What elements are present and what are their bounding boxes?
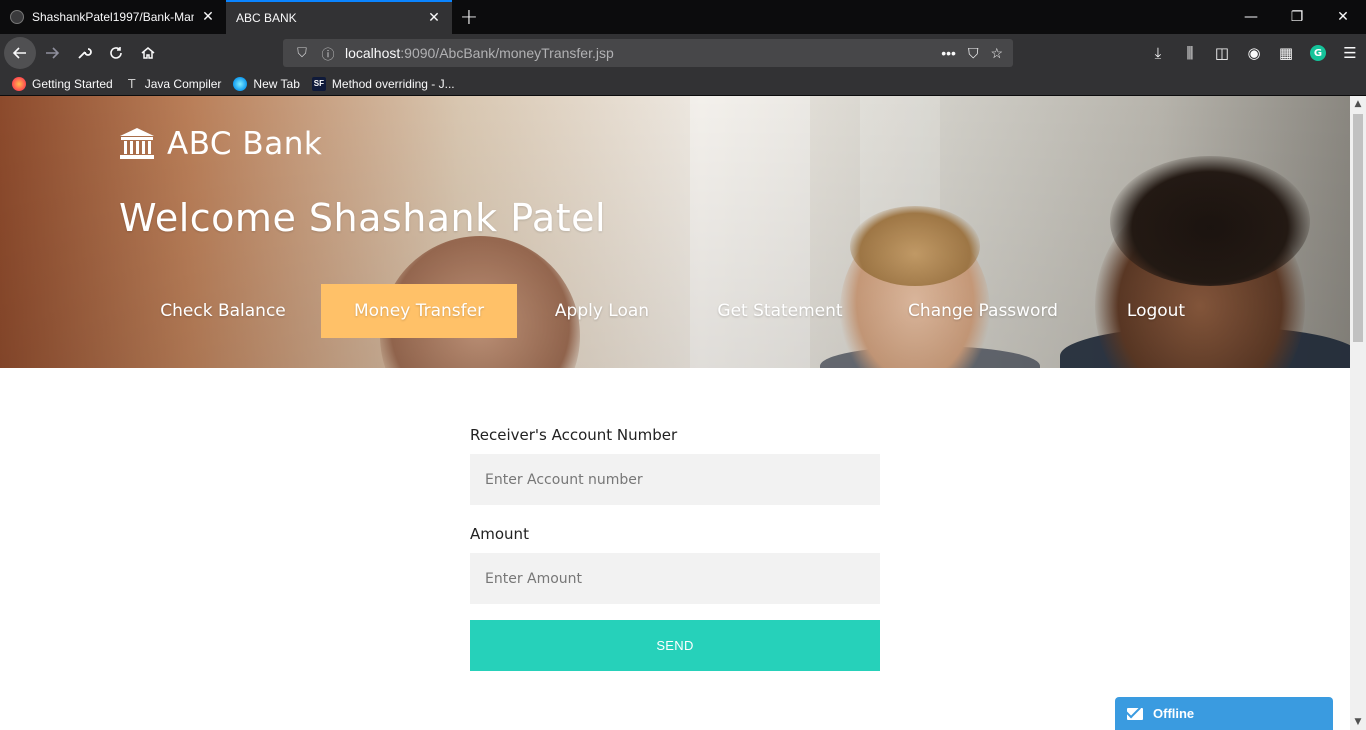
text-cursor-icon: T <box>127 76 136 91</box>
pocket-icon[interactable]: ⛉ <box>968 45 979 62</box>
bookmark-label: Method overriding - J... <box>331 76 455 91</box>
send-button[interactable]: SEND <box>470 620 880 671</box>
scroll-down-icon[interactable]: ▼ <box>1350 714 1366 730</box>
bookmark-java-compiler[interactable]: T Java Compiler <box>125 76 222 91</box>
forward-button[interactable] <box>36 37 68 69</box>
tab-github[interactable]: ShashankPatel1997/Bank-Mana ✕ <box>0 0 226 34</box>
wrench-icon[interactable] <box>68 37 100 69</box>
chat-status: Offline <box>1153 706 1195 721</box>
menu-logout[interactable]: Logout <box>1108 284 1204 338</box>
brand-logo[interactable]: ABC Bank <box>119 126 322 162</box>
money-transfer-form: Receiver's Account Number Amount SEND <box>470 426 880 671</box>
library-icon[interactable]: ⫼ <box>1174 37 1206 69</box>
github-icon <box>10 10 24 24</box>
close-tab-icon[interactable]: ✕ <box>426 10 442 26</box>
sf-icon: SF <box>311 76 326 91</box>
menu-check-balance[interactable]: Check Balance <box>145 284 301 338</box>
menu-money-transfer[interactable]: Money Transfer <box>321 284 517 338</box>
menu-icon[interactable]: ☰ <box>1334 37 1366 69</box>
arrow-right-icon <box>46 47 60 59</box>
new-tab-button[interactable]: + <box>452 0 486 34</box>
url-path: :9090/AbcBank/moneyTransfer.jsp <box>400 45 614 61</box>
sidebar-icon[interactable]: ◫ <box>1206 37 1238 69</box>
main-menu: Check Balance Money Transfer Apply Loan … <box>0 284 1350 338</box>
reload-icon <box>110 47 122 59</box>
window-controls: — ❐ ✕ <box>1228 0 1366 34</box>
grammarly-icon[interactable]: G <box>1302 37 1334 69</box>
close-window-button[interactable]: ✕ <box>1320 0 1366 34</box>
url-bar[interactable]: ⛉ ⓘ localhost:9090/AbcBank/moneyTransfer… <box>283 39 1013 67</box>
firefox-icon <box>12 76 26 91</box>
bookmark-label: New Tab <box>253 76 300 91</box>
extension-icon[interactable]: ▦ <box>1270 37 1302 69</box>
browser-tab-bar: ShashankPatel1997/Bank-Mana ✕ ABC BANK ✕… <box>0 0 1366 34</box>
welcome-heading: Welcome Shashank Patel <box>119 196 607 240</box>
toolbar-right: ⤓ ⫼ ◫ ◉ ▦ G ☰ <box>1142 34 1366 72</box>
menu-apply-loan[interactable]: Apply Loan <box>537 284 667 338</box>
bookmark-label: Java Compiler <box>144 76 222 91</box>
account-number-label: Receiver's Account Number <box>470 426 678 444</box>
info-icon[interactable]: ⓘ <box>319 44 337 63</box>
download-icon[interactable]: ⤓ <box>1142 37 1174 69</box>
menu-get-statement[interactable]: Get Statement <box>702 284 858 338</box>
maximize-button[interactable]: ❐ <box>1274 0 1320 34</box>
shield-icon[interactable]: ⛉ <box>293 45 311 61</box>
page-actions-icon[interactable]: ••• <box>941 45 956 61</box>
home-icon <box>141 47 155 59</box>
brand-name: ABC Bank <box>167 126 323 162</box>
minimize-button[interactable]: — <box>1228 0 1274 34</box>
firefox-icon <box>233 76 248 91</box>
envelope-icon <box>1127 707 1143 720</box>
scroll-up-icon[interactable]: ▲ <box>1350 96 1366 112</box>
bookmark-getting-started[interactable]: Getting Started <box>12 76 113 91</box>
hero-banner: ABC Bank Welcome Shashank Patel Check Ba… <box>0 96 1350 368</box>
bookmark-label: Getting Started <box>32 76 113 91</box>
tab-abc-bank[interactable]: ABC BANK ✕ <box>226 0 452 34</box>
chat-widget[interactable]: Offline <box>1115 697 1333 730</box>
page-scrollbar[interactable]: ▲ ▼ <box>1350 96 1366 730</box>
star-icon[interactable]: ☆ <box>990 45 1003 62</box>
tab-title: ABC BANK <box>236 11 297 25</box>
scrollbar-thumb[interactable] <box>1353 114 1363 342</box>
browser-nav-bar: ⛉ ⓘ localhost:9090/AbcBank/moneyTransfer… <box>0 34 1366 72</box>
bookmark-method-overriding[interactable]: SF Method overriding - J... <box>311 76 455 91</box>
reload-button[interactable] <box>100 37 132 69</box>
close-tab-icon[interactable]: ✕ <box>200 9 216 25</box>
back-button[interactable] <box>4 37 36 69</box>
menu-change-password[interactable]: Change Password <box>893 284 1073 338</box>
home-button[interactable] <box>132 37 164 69</box>
bookmarks-bar: Getting Started T Java Compiler New Tab … <box>0 72 1366 96</box>
amount-label: Amount <box>470 525 529 543</box>
tab-title: ShashankPatel1997/Bank-Mana <box>32 10 194 24</box>
page-viewport: ABC Bank Welcome Shashank Patel Check Ba… <box>0 96 1350 730</box>
url-host: localhost <box>345 45 401 61</box>
account-icon[interactable]: ◉ <box>1238 37 1270 69</box>
arrow-left-icon <box>12 47 26 59</box>
bank-icon <box>120 128 154 159</box>
bookmark-new-tab[interactable]: New Tab <box>233 76 300 91</box>
account-number-input[interactable] <box>470 454 880 505</box>
amount-input[interactable] <box>470 553 880 604</box>
